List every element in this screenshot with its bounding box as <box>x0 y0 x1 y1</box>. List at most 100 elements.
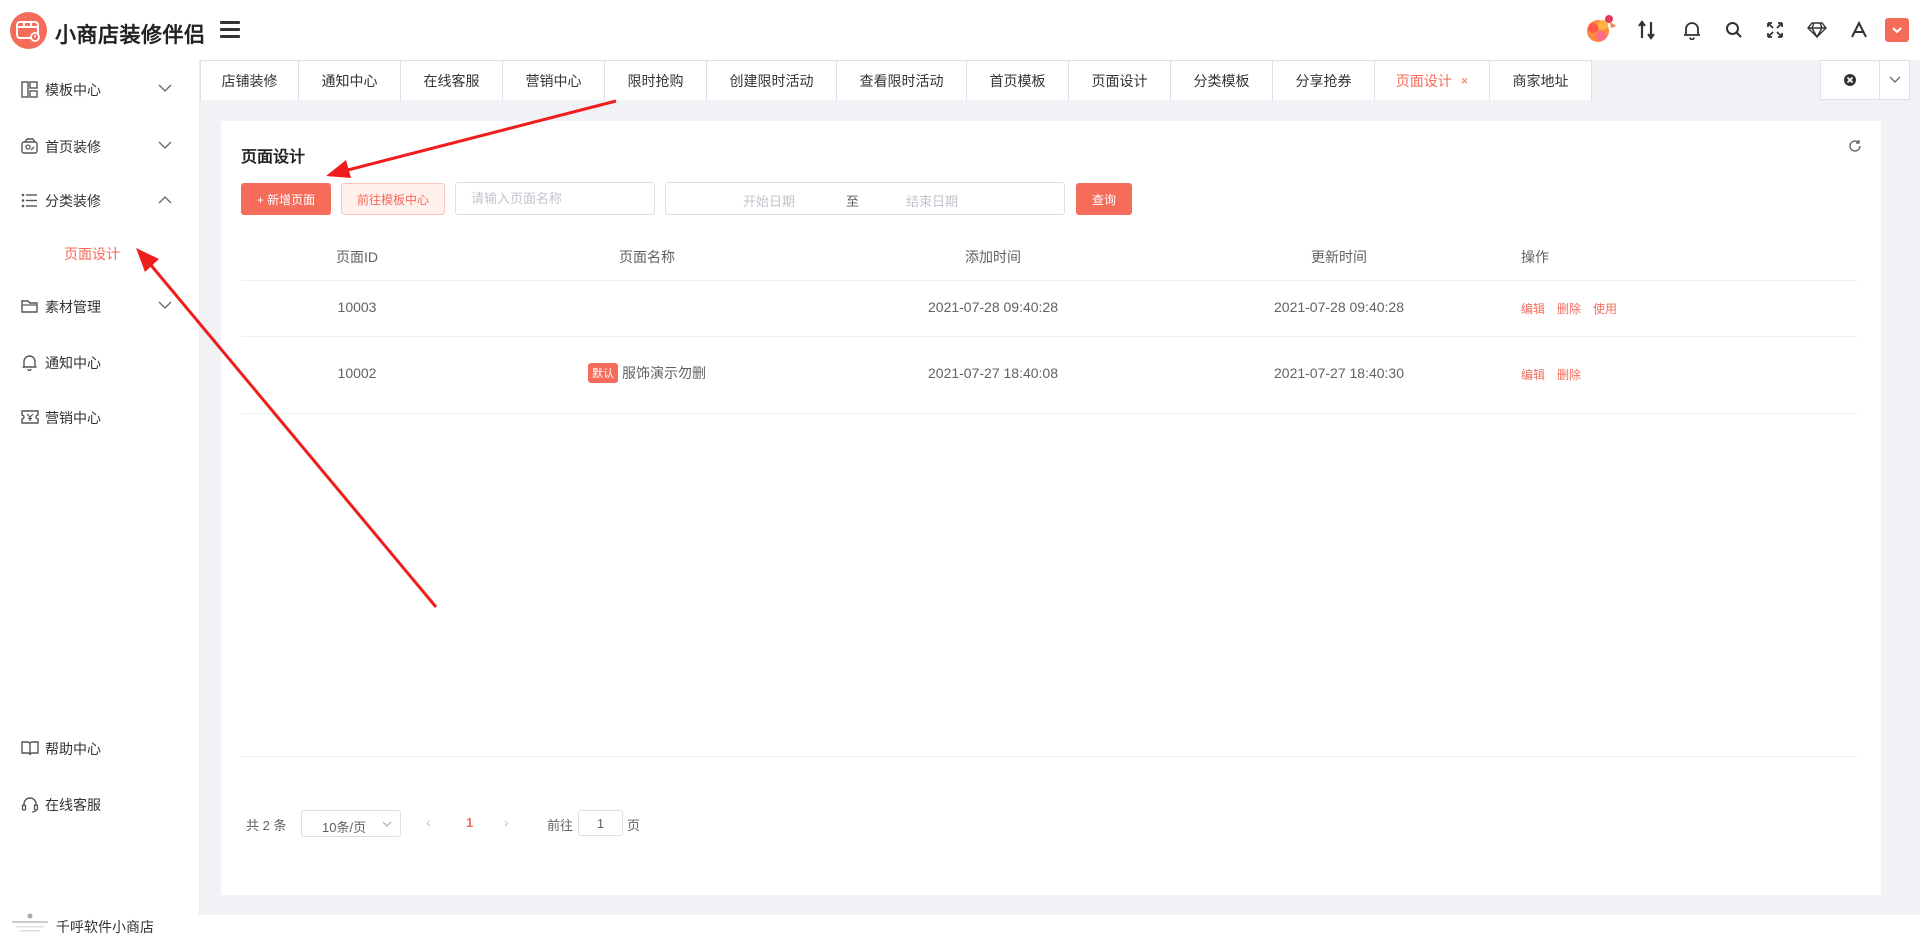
chevron-down-icon <box>1889 76 1900 83</box>
pagination-total: 共 2 条 <box>246 818 287 833</box>
tab-online-service[interactable]: 在线客服 <box>400 60 503 100</box>
delete-link[interactable]: 删除 <box>1557 300 1581 317</box>
folder-icon <box>21 298 38 315</box>
query-button[interactable]: 查询 <box>1076 183 1132 215</box>
tab-shop-decoration[interactable]: 店铺装修 <box>200 60 299 100</box>
sidebar-item-category-decoration[interactable]: 分类装修 <box>0 180 199 220</box>
prev-page-icon[interactable]: ‹ <box>426 814 431 830</box>
cell-id: 10003 <box>337 299 377 315</box>
goto-template-center-button[interactable]: 前往模板中心 <box>341 183 445 215</box>
tab-create-flash-activity[interactable]: 创建限时活动 <box>706 60 837 100</box>
shop-logo <box>10 912 50 934</box>
tab-page-design[interactable]: 页面设计 <box>1068 60 1171 100</box>
add-page-button[interactable]: + 新增页面 <box>241 183 331 215</box>
sidebar-item-label: 帮助中心 <box>45 741 101 757</box>
end-date-placeholder: 结束日期 <box>906 194 959 209</box>
sort-icon[interactable] <box>1632 15 1662 45</box>
coupon-icon <box>21 409 39 426</box>
fullscreen-icon[interactable] <box>1760 15 1790 45</box>
page-name-search-input[interactable] <box>455 182 655 215</box>
tab-category-template[interactable]: 分类模板 <box>1170 60 1273 100</box>
chevron-down-icon <box>382 821 392 828</box>
sidebar-item-home-decoration[interactable]: 首页装修 <box>0 126 199 166</box>
chevron-down-icon <box>158 141 172 150</box>
tab-view-flash-activity[interactable]: 查看限时活动 <box>836 60 967 100</box>
font-icon[interactable] <box>1844 15 1874 45</box>
sidebar-item-label: 页面设计 <box>64 246 120 262</box>
tab-label: 限时抢购 <box>627 72 684 89</box>
tab-merchant-address[interactable]: 商家地址 <box>1489 60 1592 100</box>
sidebar-item-template-center[interactable]: 模板中心 <box>0 69 199 109</box>
dropdown-icon[interactable] <box>1885 18 1909 42</box>
sidebar-item-online-service[interactable]: 在线客服 <box>0 784 199 824</box>
top-header: 小商店装修伴侣 <box>0 0 1920 60</box>
tabs-dropdown-button[interactable] <box>1879 60 1910 100</box>
sidebar-item-label: 营销中心 <box>45 410 101 426</box>
tab-label: 通知中心 <box>321 72 378 89</box>
column-header-updated: 更新时间 <box>1311 249 1367 265</box>
sidebar-item-page-design[interactable]: 页面设计 <box>0 233 199 273</box>
bell-icon[interactable] <box>1677 15 1707 45</box>
app-logo <box>10 12 47 49</box>
sidebar-item-material-management[interactable]: 素材管理 <box>0 286 199 326</box>
menu-toggle-icon[interactable] <box>220 21 242 39</box>
tab-page-design-active[interactable]: 页面设计 × <box>1374 60 1490 100</box>
refresh-icon[interactable] <box>1848 139 1862 153</box>
sidebar-item-label: 在线客服 <box>45 797 101 813</box>
page-number-current[interactable]: 1 <box>466 815 473 830</box>
page-size-select[interactable]: 10条/页 <box>301 810 401 837</box>
tab-flash-sale[interactable]: 限时抢购 <box>604 60 707 100</box>
tab-label: 分享抢券 <box>1295 72 1352 89</box>
table-row: 10003 2021-07-28 09:40:28 2021-07-28 09:… <box>241 280 1857 337</box>
tab-label: 首页模板 <box>989 72 1046 89</box>
default-badge: 默认 <box>588 363 618 383</box>
column-header-id: 页面ID <box>336 249 378 265</box>
tab-notification-center[interactable]: 通知中心 <box>298 60 401 100</box>
tab-marketing-center[interactable]: 营销中心 <box>502 60 605 100</box>
edit-link[interactable]: 编辑 <box>1521 300 1545 317</box>
tab-home-template[interactable]: 首页模板 <box>966 60 1069 100</box>
goto-label: 前往 <box>547 818 574 833</box>
avatar-icon[interactable] <box>1580 11 1620 47</box>
use-link[interactable]: 使用 <box>1593 300 1617 317</box>
sidebar-item-label: 模板中心 <box>45 82 101 98</box>
cell-created: 2021-07-28 09:40:28 <box>928 299 1058 315</box>
date-range-picker[interactable]: 开始日期 至 结束日期 <box>665 182 1065 215</box>
sidebar-item-notification-center[interactable]: 通知中心 <box>0 342 199 382</box>
tab-label: 页面设计 <box>1091 72 1148 89</box>
tab-label: 商家地址 <box>1512 72 1569 89</box>
close-icon[interactable]: × <box>1461 73 1469 88</box>
diamond-icon[interactable] <box>1802 15 1832 45</box>
start-date-placeholder: 开始日期 <box>743 194 796 209</box>
column-header-created: 添加时间 <box>965 249 1021 265</box>
page-suffix: 页 <box>627 818 641 833</box>
next-page-icon[interactable]: › <box>504 814 509 830</box>
cell-name: 默认 服饰演示勿删 <box>588 363 706 383</box>
cell-id: 10002 <box>337 365 377 381</box>
sidebar-item-help-center[interactable]: 帮助中心 <box>0 728 199 768</box>
page-size-value: 10条/页 <box>322 820 367 835</box>
tab-label: 在线客服 <box>423 72 480 89</box>
sidebar: 模板中心 首页装修 分类装修 页面设计 素材管理 通知中心 营销中心 帮助中心 … <box>0 60 200 935</box>
bell-icon <box>21 354 38 371</box>
delete-link[interactable]: 删除 <box>1557 366 1581 383</box>
tab-label: 营销中心 <box>525 72 582 89</box>
search-icon[interactable] <box>1719 15 1749 45</box>
cell-created: 2021-07-27 18:40:08 <box>928 365 1058 381</box>
close-all-tabs-button[interactable] <box>1820 60 1880 100</box>
tab-label: 分类模板 <box>1193 72 1250 89</box>
cell-updated: 2021-07-28 09:40:28 <box>1274 299 1404 315</box>
sidebar-item-label: 分类装修 <box>45 193 101 209</box>
tab-label: 查看限时活动 <box>859 72 944 89</box>
column-header-name: 页面名称 <box>619 249 675 265</box>
goto-page-input[interactable] <box>578 810 623 836</box>
edit-link[interactable]: 编辑 <box>1521 366 1545 383</box>
tab-label: 创建限时活动 <box>729 72 814 89</box>
sidebar-item-marketing-center[interactable]: 营销中心 <box>0 397 199 437</box>
app-title: 小商店装修伴侣 <box>55 24 206 47</box>
tab-share-coupon[interactable]: 分享抢券 <box>1272 60 1375 100</box>
column-header-actions: 操作 <box>1521 249 1549 265</box>
tab-label: 店铺装修 <box>221 72 278 89</box>
tabs-bar: 店铺装修 通知中心 在线客服 营销中心 限时抢购 创建限时活动 查看限时活动 首… <box>200 60 1920 101</box>
chevron-down-icon <box>158 301 172 310</box>
